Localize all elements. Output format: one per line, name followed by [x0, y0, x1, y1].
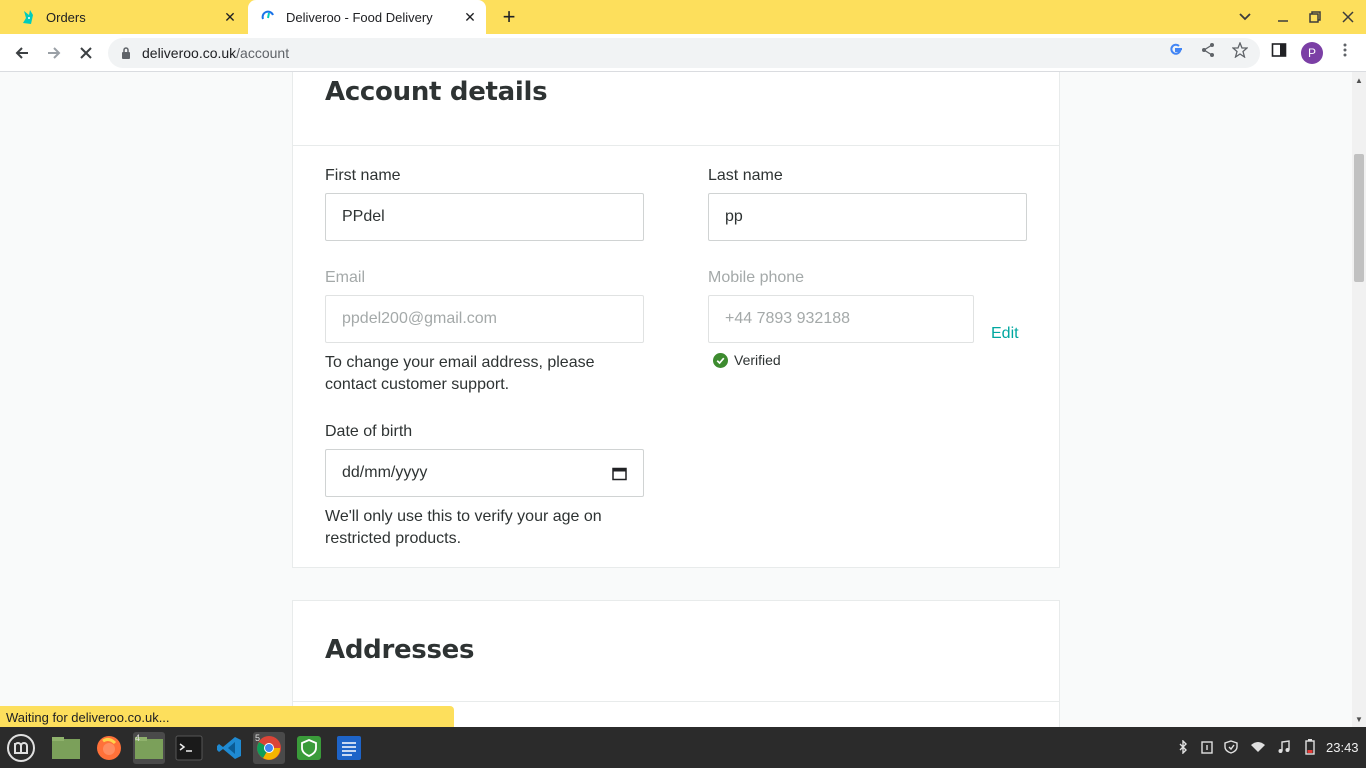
chrome-icon[interactable]: 5 [253, 732, 285, 764]
files-window-count: 4 [135, 733, 141, 743]
firefox-icon[interactable] [93, 732, 125, 764]
clock[interactable]: 23:43 [1326, 740, 1359, 755]
address-bar[interactable]: deliveroo.co.uk/account [108, 38, 1260, 68]
forward-arrow-icon[interactable] [42, 41, 66, 65]
loading-favicon [260, 9, 276, 25]
verified-check-icon [713, 352, 728, 368]
bookmark-star-icon[interactable] [1231, 41, 1249, 59]
dob-help-line-2: restricted products. [325, 530, 462, 547]
addresses-heading: Addresses [325, 635, 475, 665]
first-name-field[interactable]: PPdel [325, 193, 644, 241]
verified-status: Verified [713, 352, 781, 368]
lock-icon [120, 46, 132, 60]
divider [293, 145, 1059, 146]
account-details-heading: Account details [325, 77, 548, 107]
url-text: deliveroo.co.uk/account [142, 45, 289, 61]
close-icon[interactable]: ✕ [460, 7, 480, 27]
scrollbar-thumb[interactable] [1354, 154, 1364, 282]
wifi-icon[interactable] [1250, 739, 1266, 755]
text-editor-icon[interactable] [333, 732, 365, 764]
new-tab-button[interactable]: + [498, 6, 520, 28]
page-scrollbar[interactable]: ▲ ▼ [1352, 72, 1366, 727]
share-icon[interactable] [1199, 41, 1217, 59]
account-details-card: Account details First name PPdel Last na… [292, 72, 1060, 568]
os-taskbar: 4 5 23:43 [0, 727, 1366, 768]
stop-loading-icon[interactable] [74, 41, 98, 65]
shield-app-icon[interactable] [293, 732, 325, 764]
last-name-field[interactable]: pp [708, 193, 1027, 241]
back-arrow-icon[interactable] [10, 41, 34, 65]
dob-help-line-1: We'll only use this to verify your age o… [325, 508, 602, 525]
files-icon[interactable]: 4 [133, 732, 165, 764]
scroll-down-arrow-icon[interactable]: ▼ [1355, 715, 1363, 724]
terminal-icon[interactable] [173, 732, 205, 764]
verified-text: Verified [734, 352, 781, 368]
google-lens-icon[interactable] [1167, 41, 1185, 59]
loading-status-bubble: Waiting for deliveroo.co.uk... [0, 706, 454, 728]
date-of-birth-placeholder: dd/mm/yyyy [342, 464, 428, 481]
calendar-icon[interactable] [612, 466, 627, 481]
restore-icon[interactable] [1305, 7, 1325, 27]
first-name-label: First name [325, 167, 401, 184]
browser-tab-strip: Orders ✕ Deliveroo - Food Delivery ✕ + [0, 0, 1366, 34]
close-icon[interactable]: ✕ [220, 7, 240, 27]
chrome-window-count: 5 [255, 733, 261, 743]
url-path: /account [236, 45, 290, 61]
tab-title: Deliveroo - Food Delivery [286, 9, 433, 25]
mobile-phone-label: Mobile phone [708, 269, 805, 286]
profile-avatar[interactable]: P [1301, 42, 1323, 64]
email-field: ppdel200@gmail.com [325, 295, 644, 343]
deliveroo-favicon [20, 9, 36, 25]
divider [293, 701, 1059, 702]
vscode-icon[interactable] [213, 732, 245, 764]
tab-deliveroo[interactable]: Deliveroo - Food Delivery ✕ [248, 0, 486, 34]
tab-title: Orders [46, 9, 86, 25]
close-window-icon[interactable] [1338, 7, 1358, 27]
battery-icon[interactable] [1302, 739, 1318, 755]
date-of-birth-label: Date of birth [325, 423, 413, 440]
bluetooth-icon[interactable] [1175, 739, 1191, 755]
date-of-birth-field[interactable]: dd/mm/yyyy [325, 449, 644, 497]
last-name-label: Last name [708, 167, 783, 184]
tab-orders[interactable]: Orders ✕ [8, 0, 246, 34]
sound-icon[interactable] [1276, 739, 1292, 755]
scroll-up-arrow-icon[interactable]: ▲ [1355, 76, 1363, 85]
email-label: Email [325, 269, 366, 286]
mint-menu-icon[interactable] [5, 732, 37, 764]
edit-phone-link[interactable]: Edit [991, 325, 1019, 343]
minimize-icon[interactable] [1273, 7, 1293, 27]
more-menu-icon[interactable] [1336, 41, 1354, 59]
show-desktop-folder-icon[interactable] [50, 732, 82, 764]
tab-search-chevron-icon[interactable] [1235, 7, 1255, 27]
browser-toolbar: deliveroo.co.uk/account P [0, 34, 1366, 72]
side-panel-icon[interactable] [1270, 41, 1288, 59]
update-shield-icon[interactable] [1223, 739, 1239, 755]
mobile-phone-field: +44 7893 932188 [708, 295, 974, 343]
page-viewport: Account details First name PPdel Last na… [0, 72, 1352, 727]
url-host: deliveroo.co.uk [142, 45, 237, 61]
email-help-line-1: To change your email address, please [325, 354, 595, 371]
clipboard-icon[interactable] [1199, 739, 1215, 755]
email-help-line-2: contact customer support. [325, 376, 510, 393]
